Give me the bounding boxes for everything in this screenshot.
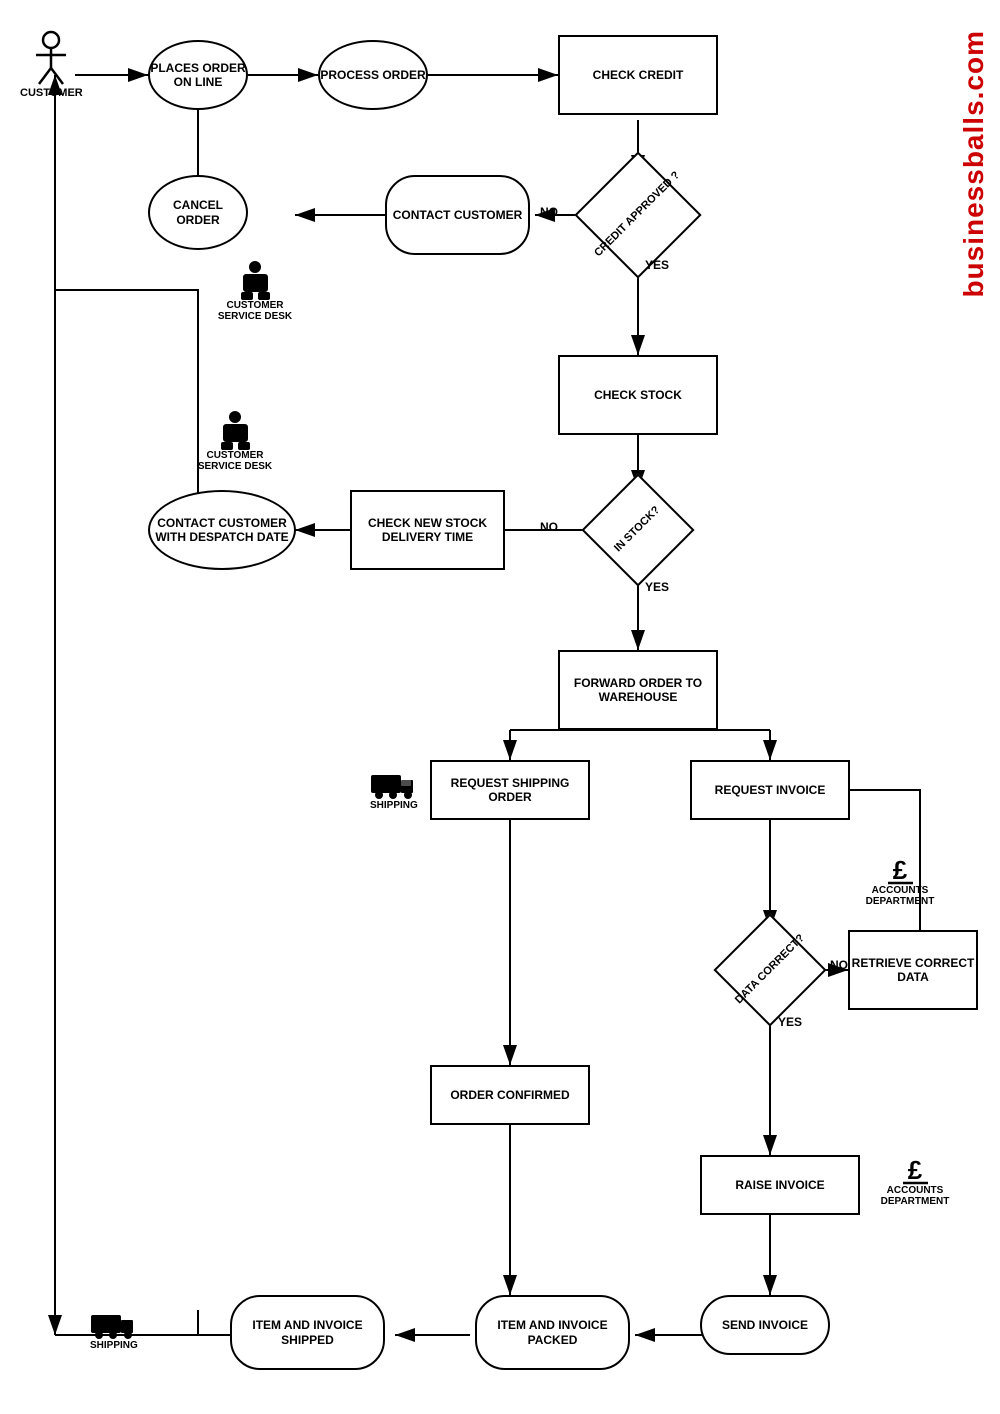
check-credit-node: CHECK CREDIT (558, 35, 718, 115)
svg-text:£: £ (892, 855, 907, 885)
csd1-figure (238, 260, 273, 300)
pound2-figure: £ (898, 1155, 933, 1185)
request-shipping-node: REQUEST SHIPPING ORDER (430, 760, 590, 820)
accounts2-icon: £ ACCOUNTS DEPARTMENT (870, 1155, 960, 1207)
csd2-icon: CUSTOMER SERVICE DESK (195, 410, 275, 472)
in-stock-wrapper: IN STOCK? (575, 490, 701, 570)
places-order-node: PLACES ORDER ON LINE (148, 40, 248, 110)
truck1-figure (371, 770, 416, 800)
no-label-credit: NO (540, 205, 558, 219)
data-correct-wrapper: DATA CORRECT? (710, 930, 830, 1010)
shipping2-icon: SHIPPING (90, 1310, 138, 1351)
no-label-data: NO (830, 958, 848, 972)
yes-label-data: YES (778, 1015, 802, 1029)
yes-label-credit: YES (645, 258, 669, 272)
send-invoice-node: SEND INVOICE (700, 1295, 830, 1355)
process-order-node: PROCESS ORDER (318, 40, 428, 110)
check-new-stock-node: CHECK NEW STOCK DELIVERY TIME (350, 490, 505, 570)
item-shipped-node: ITEM AND INVOICE SHIPPED (230, 1295, 385, 1370)
customer-figure (31, 30, 71, 85)
customer-label: CUSTOMER (20, 87, 83, 99)
shipping1-icon: SHIPPING (370, 770, 418, 811)
forward-order-node: FORWARD ORDER TO WAREHOUSE (558, 650, 718, 730)
yes-label-stock: YES (645, 580, 669, 594)
request-invoice-node: REQUEST INVOICE (690, 760, 850, 820)
credit-approved-wrapper: CREDIT APPROVED ? (570, 175, 706, 255)
truck2-figure (91, 1310, 136, 1340)
csd2-figure (218, 410, 253, 450)
check-stock-node: CHECK STOCK (558, 355, 718, 435)
svg-text:£: £ (907, 1155, 922, 1185)
raise-invoice-node: RAISE INVOICE (700, 1155, 860, 1215)
contact-despatch-node: CONTACT CUSTOMER WITH DESPATCH DATE (148, 490, 296, 570)
contact-customer-node: CONTACT CUSTOMER (385, 175, 530, 255)
brand-text: businessballs.com (958, 30, 990, 298)
retrieve-data-node: RETRIEVE CORRECT DATA (848, 930, 978, 1010)
cancel-order-node: CANCEL ORDER (148, 175, 248, 250)
accounts1-icon: £ ACCOUNTS DEPARTMENT (855, 855, 945, 907)
no-label-stock: NO (540, 520, 558, 534)
csd1-icon: CUSTOMER SERVICE DESK (215, 260, 295, 322)
customer-icon: CUSTOMER (20, 30, 83, 99)
item-packed-node: ITEM AND INVOICE PACKED (475, 1295, 630, 1370)
flowchart-diagram: CUSTOMER PLACES ORDER ON LINE PROCESS OR… (0, 0, 1000, 1414)
order-confirmed-node: ORDER CONFIRMED (430, 1065, 590, 1125)
pound1-figure: £ (883, 855, 918, 885)
